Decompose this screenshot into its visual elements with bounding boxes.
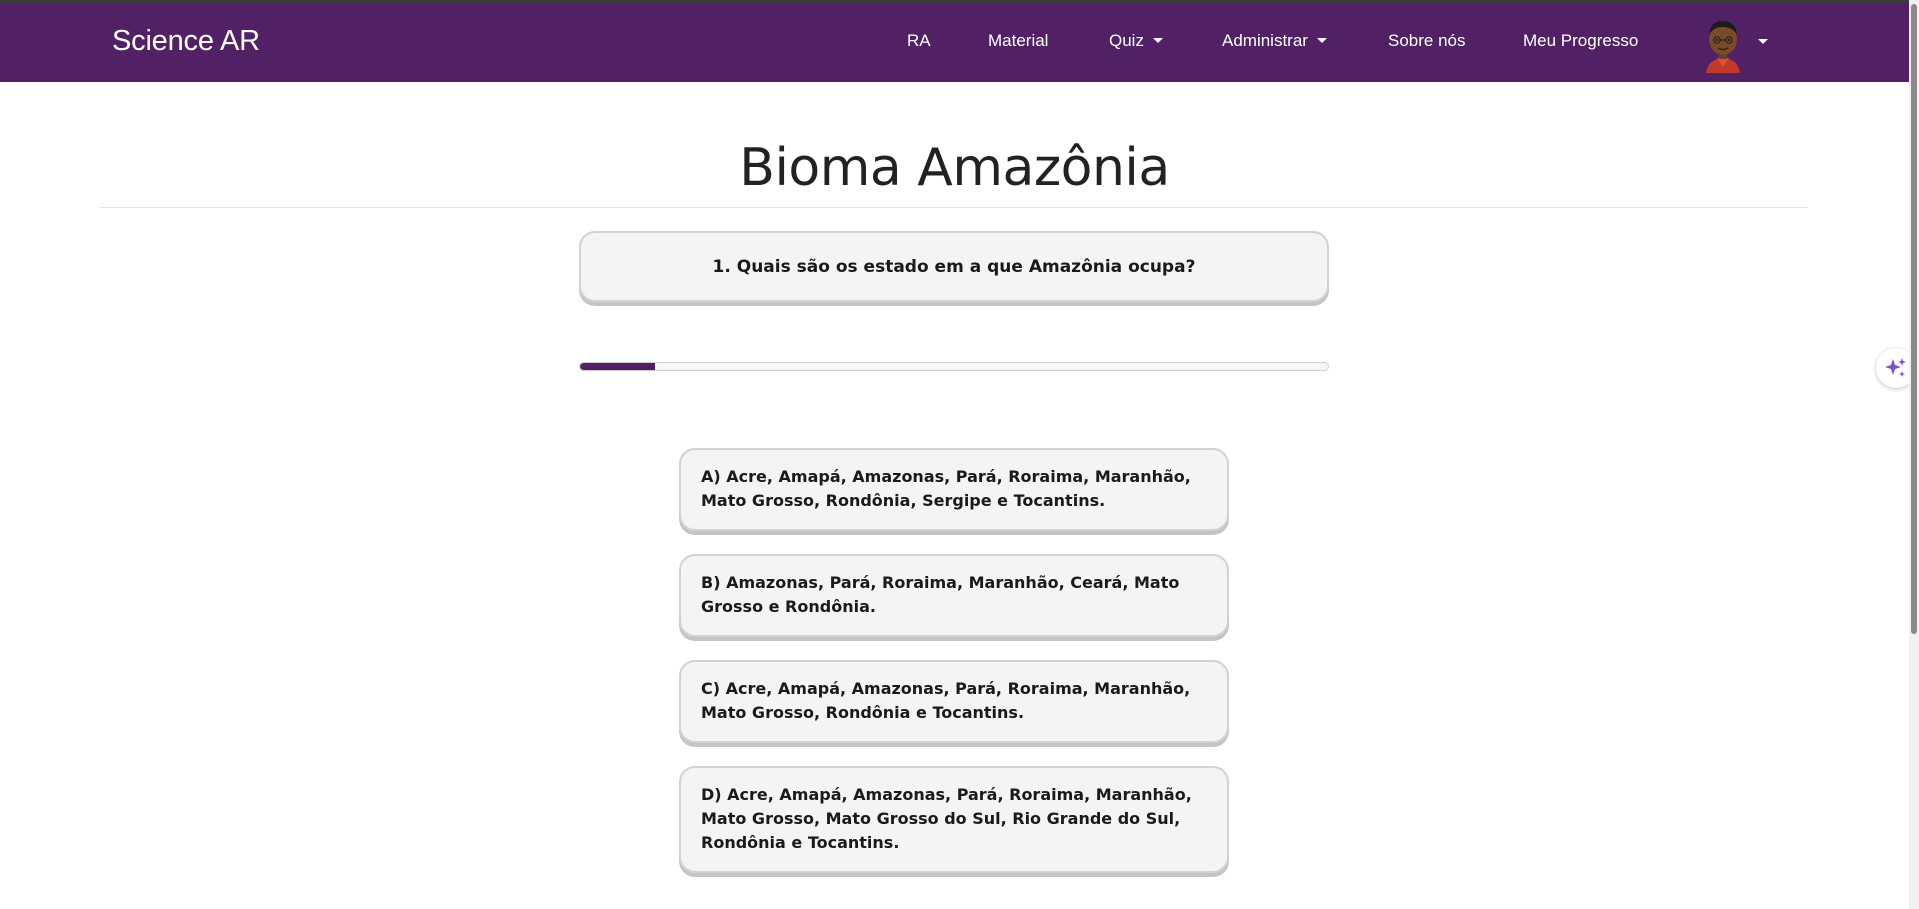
- user-avatar-icon: [1706, 21, 1740, 73]
- nav-item-material[interactable]: Material: [988, 31, 1048, 51]
- sparkle-icon: [1885, 358, 1906, 377]
- nav-label: Administrar: [1222, 31, 1308, 50]
- nav-item-meu-progresso[interactable]: Meu Progresso: [1523, 31, 1638, 51]
- answer-option-c[interactable]: C) Acre, Amapá, Amazonas, Pará, Roraima,…: [679, 660, 1229, 743]
- answer-text: B) Amazonas, Pará, Roraima, Maranhão, Ce…: [701, 573, 1180, 616]
- user-menu-toggle[interactable]: [1700, 15, 1770, 73]
- answer-text: A) Acre, Amapá, Amazonas, Pará, Roraima,…: [701, 467, 1191, 510]
- answer-text: D) Acre, Amapá, Amazonas, Pará, Roraima,…: [701, 785, 1192, 852]
- progress-fill: [580, 363, 655, 370]
- nav-label: Meu Progresso: [1523, 31, 1639, 50]
- page-title: Bioma Amazônia: [739, 138, 1170, 198]
- answer-option-d[interactable]: D) Acre, Amapá, Amazonas, Pará, Roraima,…: [679, 766, 1229, 873]
- page-scrollbar[interactable]: [1909, 0, 1919, 909]
- nav-label: RA: [907, 31, 931, 50]
- nav-label: Sobre nós: [1388, 31, 1466, 50]
- chevron-down-icon: [1758, 39, 1768, 44]
- nav-item-administrar[interactable]: Administrar: [1222, 31, 1327, 51]
- nav-label: Material: [988, 31, 1049, 50]
- chevron-down-icon: [1152, 38, 1163, 43]
- scrollbar-thumb[interactable]: [1911, 4, 1917, 634]
- divider: [100, 207, 1808, 208]
- answer-option-a[interactable]: A) Acre, Amapá, Amazonas, Pará, Roraima,…: [679, 448, 1229, 531]
- chevron-down-icon: [1316, 38, 1327, 43]
- nav-item-sobre-nos[interactable]: Sobre nós: [1388, 31, 1466, 51]
- answer-option-b[interactable]: B) Amazonas, Pará, Roraima, Maranhão, Ce…: [679, 554, 1229, 637]
- nav-item-quiz[interactable]: Quiz: [1109, 31, 1163, 51]
- quiz-progress-bar: [579, 362, 1329, 371]
- nav-label: Quiz: [1109, 31, 1144, 50]
- question-text: 1. Quais são os estado em a que Amazônia…: [712, 256, 1196, 277]
- brand-logo[interactable]: Science AR: [112, 25, 260, 58]
- top-navbar: Science AR RA Material Quiz Administrar …: [0, 0, 1909, 82]
- question-card: 1. Quais são os estado em a que Amazônia…: [579, 231, 1329, 302]
- nav-item-ra[interactable]: RA: [907, 31, 931, 51]
- answer-text: C) Acre, Amapá, Amazonas, Pará, Roraima,…: [701, 679, 1191, 722]
